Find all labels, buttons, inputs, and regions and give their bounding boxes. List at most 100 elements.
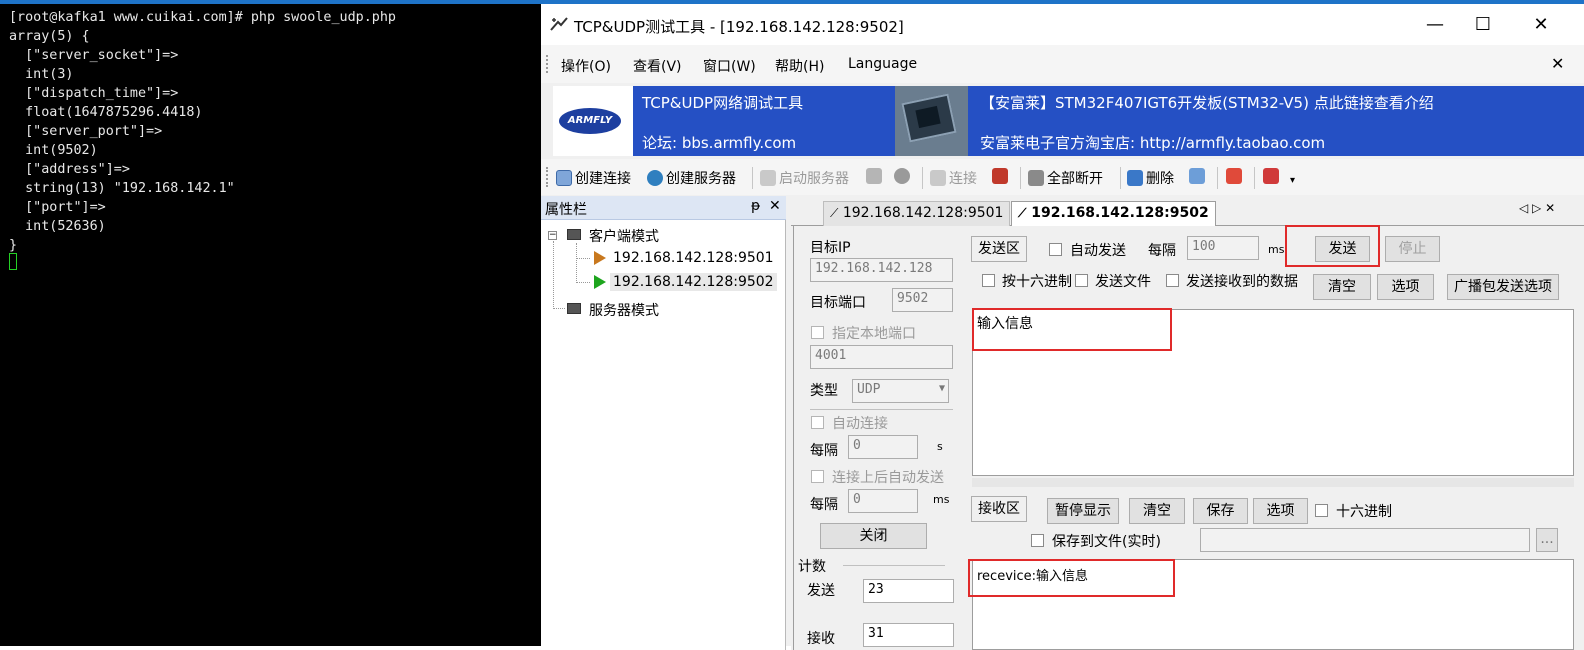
connection-panel: 目标IP 192.168.142.128 目标端口 9502 指定本地端口 40… bbox=[791, 225, 1584, 650]
close-connection-button[interactable]: 关闭 bbox=[820, 523, 927, 549]
close-panel-icon[interactable]: ✕ bbox=[769, 198, 781, 214]
connect-icon bbox=[930, 170, 946, 186]
save-file-path-field[interactable] bbox=[1200, 528, 1530, 552]
pin-icon[interactable]: ᵽ bbox=[751, 198, 760, 214]
broadcast-options-button[interactable]: 广播包发送选项 bbox=[1447, 274, 1559, 300]
receive-options-button[interactable]: 选项 bbox=[1253, 498, 1308, 524]
target-ip-field[interactable]: 192.168.142.128 bbox=[810, 258, 953, 282]
hex-send-checkbox[interactable] bbox=[982, 274, 995, 287]
close-circle-button[interactable] bbox=[894, 168, 913, 185]
disconnect-all-button[interactable]: 全部断开 bbox=[1028, 168, 1103, 188]
terminal-line: int(9502) bbox=[9, 143, 98, 158]
toolbar-separator bbox=[1254, 167, 1255, 189]
banner-forum[interactable]: 论坛: bbs.armfly.com bbox=[642, 132, 796, 153]
close-window-button[interactable]: ✕ bbox=[1521, 12, 1561, 38]
menu-bar: 操作(O) 查看(V) 窗口(W) 帮助(H) Language ✕ bbox=[541, 45, 1584, 83]
menu-operate[interactable]: 操作(O) bbox=[561, 56, 611, 76]
stop-server-button[interactable] bbox=[866, 168, 885, 185]
terminal-window[interactable]: [root@kafka1 www.cuikai.com]# php swoole… bbox=[0, 0, 541, 646]
tree-collapse-icon[interactable]: − bbox=[548, 231, 557, 240]
splitter[interactable] bbox=[972, 478, 1574, 487]
local-port-checkbox[interactable] bbox=[811, 326, 824, 339]
tree-connection-9502[interactable]: 192.168.142.128:9502 bbox=[610, 273, 777, 291]
banner-shop-link[interactable]: 安富莱电子官方淘宝店: http://armfly.taobao.com bbox=[980, 132, 1325, 153]
interval2-label: 每隔 bbox=[810, 497, 838, 513]
banner-ad-text[interactable]: 【安富莱】STM32F407IGT6开发板(STM32-V5) 点此链接查看介绍 bbox=[980, 92, 1434, 113]
receive-textarea[interactable]: recevice:输入信息 bbox=[972, 559, 1574, 650]
menu-view[interactable]: 查看(V) bbox=[633, 56, 682, 76]
receive-area-title: 接收区 bbox=[971, 496, 1027, 522]
settings-separator bbox=[810, 409, 953, 410]
logo-panel: ARMFLY bbox=[553, 86, 633, 156]
browse-button[interactable]: ... bbox=[1536, 528, 1558, 552]
tab-strip: ⟋ 192.168.142.128:9501 ⟋ 192.168.142.128… bbox=[791, 196, 1584, 227]
terminal-line: ["address"]=> bbox=[9, 162, 130, 177]
toolbar: 创建连接 创建服务器 启动服务器 连接 全部断开 删除 ▾ bbox=[541, 159, 1584, 195]
local-port-field[interactable]: 4001 bbox=[810, 345, 953, 369]
tab-9502[interactable]: ⟋ 192.168.142.128:9502 bbox=[1011, 201, 1216, 227]
type-label: 类型 bbox=[810, 383, 838, 399]
auto-send-after-connect-checkbox[interactable] bbox=[811, 470, 824, 483]
receive-hex-checkbox[interactable] bbox=[1315, 504, 1328, 517]
disconnect-icon bbox=[992, 168, 1008, 184]
auto-connect-checkbox[interactable] bbox=[811, 416, 824, 429]
send-count-label: 发送 bbox=[807, 583, 835, 599]
receive-clear-button[interactable]: 清空 bbox=[1129, 498, 1185, 524]
auto-send-label: 自动发送 bbox=[1070, 243, 1126, 259]
pause-display-button[interactable]: 暂停显示 bbox=[1047, 498, 1119, 524]
receive-save-button[interactable]: 保存 bbox=[1193, 498, 1248, 524]
ad-banner[interactable]: ARMFLY TCP&UDP网络调试工具 论坛: bbs.armfly.com … bbox=[553, 86, 1584, 156]
interval2-field[interactable]: 0 bbox=[848, 489, 918, 513]
toolbar-overflow-icon[interactable]: ▾ bbox=[1290, 175, 1295, 186]
send-button[interactable]: 发送 bbox=[1315, 236, 1370, 262]
hex-send-label: 按十六进制 bbox=[1002, 274, 1072, 290]
menu-window[interactable]: 窗口(W) bbox=[703, 56, 756, 76]
send-file-label: 发送文件 bbox=[1095, 274, 1151, 290]
send-interval-field[interactable]: 100 bbox=[1187, 236, 1259, 260]
send-options-button[interactable]: 选项 bbox=[1377, 274, 1434, 300]
tree-server-mode[interactable]: 服务器模式 bbox=[589, 300, 659, 320]
create-server-button[interactable]: 创建服务器 bbox=[647, 168, 736, 188]
type-select[interactable]: UDP ▼ bbox=[852, 379, 949, 403]
stop-button[interactable]: 停止 bbox=[1385, 236, 1440, 262]
clear-all-button[interactable] bbox=[1189, 168, 1208, 185]
auto-connect-label: 自动连接 bbox=[832, 416, 888, 432]
maximize-button[interactable]: ☐ bbox=[1463, 12, 1503, 38]
send-file-checkbox[interactable] bbox=[1075, 274, 1088, 287]
menu-language[interactable]: Language bbox=[848, 56, 917, 72]
send-clear-button[interactable]: 清空 bbox=[1313, 274, 1371, 300]
window-title: TCP&UDP测试工具 - [192.168.142.128:9502] bbox=[574, 18, 904, 36]
help-button[interactable] bbox=[1263, 168, 1282, 185]
terminal-line: float(1647875296.4418) bbox=[9, 105, 203, 120]
power-button[interactable] bbox=[1226, 168, 1245, 185]
close-document-icon[interactable]: ✕ bbox=[1551, 54, 1564, 73]
auto-send-after-connect-label: 连接上后自动发送 bbox=[832, 470, 944, 486]
send-interval-label: 每隔 bbox=[1148, 243, 1176, 259]
send-received-checkbox[interactable] bbox=[1166, 274, 1179, 287]
tree-connection-9501[interactable]: 192.168.142.128:9501 bbox=[613, 250, 774, 266]
tab-9501[interactable]: ⟋ 192.168.142.128:9501 bbox=[823, 201, 1011, 227]
toolbar-separator bbox=[752, 167, 753, 189]
target-port-field[interactable]: 9502 bbox=[892, 288, 953, 312]
save-to-file-checkbox[interactable] bbox=[1031, 534, 1044, 547]
send-textarea[interactable]: 输入信息 bbox=[972, 309, 1574, 476]
minimize-button[interactable]: — bbox=[1415, 12, 1455, 38]
interval1-label: 每隔 bbox=[810, 443, 838, 459]
tab-tool-icon: ⟋ bbox=[830, 206, 839, 220]
tree-client-mode[interactable]: 客户端模式 bbox=[589, 226, 659, 246]
interval1-field[interactable]: 0 bbox=[848, 435, 918, 459]
terminal-line: string(13) "192.168.142.1" bbox=[9, 181, 235, 196]
receive-hex-label: 十六进制 bbox=[1336, 504, 1392, 520]
connect-button[interactable]: 连接 bbox=[930, 168, 977, 188]
create-connection-button[interactable]: 创建连接 bbox=[556, 168, 631, 188]
delete-button[interactable]: 删除 bbox=[1127, 168, 1174, 188]
auto-send-checkbox[interactable] bbox=[1049, 243, 1062, 256]
menu-grip bbox=[546, 55, 549, 73]
toolbar-separator bbox=[922, 167, 923, 189]
tab-nav-icons[interactable]: ◁ ▷ ✕ bbox=[1519, 201, 1555, 215]
disconnect-button[interactable] bbox=[992, 168, 1011, 185]
start-server-button[interactable]: 启动服务器 bbox=[760, 168, 849, 188]
menu-help[interactable]: 帮助(H) bbox=[775, 56, 824, 76]
toolbar-separator bbox=[1217, 167, 1218, 189]
send-received-label: 发送接收到的数据 bbox=[1186, 274, 1298, 290]
